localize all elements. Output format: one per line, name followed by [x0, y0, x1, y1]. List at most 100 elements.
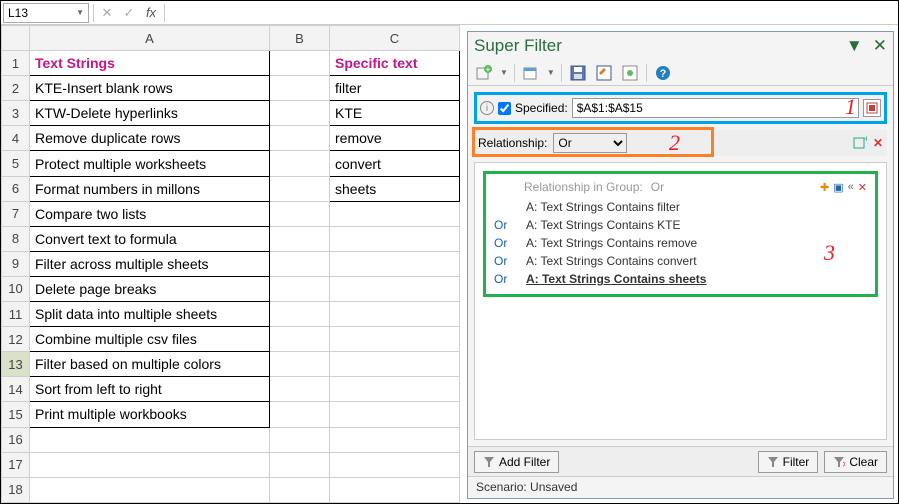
column-header-b[interactable]: B	[270, 26, 330, 51]
cell[interactable]	[330, 352, 460, 377]
cell[interactable]	[330, 251, 460, 276]
cancel-icon[interactable]: ✕	[98, 4, 116, 22]
cell[interactable]	[270, 327, 330, 352]
row-header[interactable]: 6	[2, 176, 30, 201]
row-header[interactable]: 18	[2, 477, 30, 502]
spreadsheet-grid[interactable]: A B C 1Text StringsSpecific text 2KTE-In…	[1, 25, 460, 503]
cell[interactable]	[330, 302, 460, 327]
cell[interactable]: Remove duplicate rows	[30, 126, 270, 151]
dropdown-icon[interactable]: ▼	[846, 36, 863, 56]
add-filter-button[interactable]: Add Filter	[474, 451, 559, 473]
row-header[interactable]: 14	[2, 377, 30, 402]
cell[interactable]: Combine multiple csv files	[30, 327, 270, 352]
cell[interactable]	[30, 452, 270, 477]
delete-icon[interactable]: ✕	[873, 136, 883, 150]
save-as-icon[interactable]	[594, 63, 614, 83]
row-header[interactable]: 4	[2, 126, 30, 151]
cell[interactable]	[270, 226, 330, 251]
row-header[interactable]: 2	[2, 76, 30, 101]
cell[interactable]	[30, 427, 270, 452]
add-group-icon[interactable]: +	[853, 136, 867, 150]
check-icon[interactable]: ✓	[120, 4, 138, 22]
filter-rule[interactable]: OrA: Text Strings Contains convert	[494, 252, 867, 270]
row-header[interactable]: 10	[2, 276, 30, 301]
cell[interactable]	[270, 151, 330, 176]
cell[interactable]: Print multiple workbooks	[30, 402, 270, 427]
help-icon[interactable]: ?	[653, 63, 673, 83]
cell[interactable]	[270, 452, 330, 477]
cell[interactable]	[270, 427, 330, 452]
cell[interactable]	[330, 276, 460, 301]
cell[interactable]: Filter based on multiple colors	[30, 352, 270, 377]
row-header[interactable]: 17	[2, 452, 30, 477]
cell[interactable]	[330, 452, 460, 477]
delete-group-icon[interactable]: ✕	[858, 181, 867, 194]
save-icon[interactable]	[568, 63, 588, 83]
row-header[interactable]: 13	[2, 352, 30, 377]
cell[interactable]	[330, 327, 460, 352]
row-header[interactable]: 15	[2, 402, 30, 427]
manage-icon[interactable]	[620, 63, 640, 83]
expand-icon[interactable]: ▣	[833, 181, 843, 194]
filter-rule[interactable]: OrA: Text Strings Contains KTE	[494, 216, 867, 234]
cell[interactable]	[330, 427, 460, 452]
column-header-c[interactable]: C	[330, 26, 460, 51]
cell[interactable]: convert	[330, 151, 460, 176]
cell[interactable]	[330, 226, 460, 251]
cell[interactable]: Sort from left to right	[30, 377, 270, 402]
cell[interactable]: Format numbers in millons	[30, 176, 270, 201]
cell[interactable]: Specific text	[330, 51, 460, 76]
cell[interactable]: filter	[330, 76, 460, 101]
row-header[interactable]: 8	[2, 226, 30, 251]
cell[interactable]	[270, 101, 330, 126]
cell[interactable]: Convert text to formula	[30, 226, 270, 251]
cell[interactable]: Compare two lists	[30, 201, 270, 226]
cell[interactable]	[270, 126, 330, 151]
name-box[interactable]: L13 ▼	[3, 3, 89, 23]
open-scenario-icon[interactable]	[521, 63, 541, 83]
cell[interactable]: KTE-Insert blank rows	[30, 76, 270, 101]
add-rule-icon[interactable]: ✚	[820, 181, 829, 194]
cell[interactable]: Protect multiple worksheets	[30, 151, 270, 176]
cell[interactable]	[330, 377, 460, 402]
row-header[interactable]: 7	[2, 201, 30, 226]
row-header[interactable]: 16	[2, 427, 30, 452]
row-header[interactable]: 11	[2, 302, 30, 327]
new-scenario-icon[interactable]: +	[474, 63, 494, 83]
cell[interactable]: Text Strings	[30, 51, 270, 76]
cell[interactable]: remove	[330, 126, 460, 151]
row-header[interactable]: 5	[2, 151, 30, 176]
info-icon[interactable]: i	[480, 101, 494, 115]
chevron-down-icon[interactable]: ▼	[547, 68, 555, 77]
cell[interactable]	[270, 276, 330, 301]
collapse-icon[interactable]: «	[848, 181, 854, 194]
cell[interactable]	[330, 201, 460, 226]
cell[interactable]	[270, 352, 330, 377]
cell[interactable]	[270, 402, 330, 427]
cell[interactable]: sheets	[330, 176, 460, 201]
fx-icon[interactable]: fx	[142, 4, 160, 22]
cell[interactable]: KTW-Delete hyperlinks	[30, 101, 270, 126]
row-header[interactable]: 9	[2, 251, 30, 276]
filter-rule[interactable]: OrA: Text Strings Contains sheets	[494, 270, 867, 288]
chevron-down-icon[interactable]: ▼	[76, 8, 84, 17]
filter-button[interactable]: Filter	[758, 451, 819, 473]
row-header[interactable]: 1	[2, 51, 30, 76]
cell[interactable]: Split data into multiple sheets	[30, 302, 270, 327]
specified-checkbox[interactable]	[498, 102, 511, 115]
cell[interactable]: Filter across multiple sheets	[30, 251, 270, 276]
cell[interactable]	[270, 477, 330, 502]
chevron-down-icon[interactable]: ▼	[500, 68, 508, 77]
row-header[interactable]: 12	[2, 327, 30, 352]
cell[interactable]	[330, 477, 460, 502]
cell[interactable]: KTE	[330, 101, 460, 126]
specified-range-input[interactable]: $A$1:$A$15	[572, 98, 859, 118]
cell[interactable]	[270, 201, 330, 226]
filter-rule[interactable]: OrA: Text Strings Contains remove	[494, 234, 867, 252]
cell[interactable]	[270, 176, 330, 201]
cell[interactable]	[270, 251, 330, 276]
cell[interactable]	[30, 477, 270, 502]
close-icon[interactable]: ✕	[873, 36, 887, 56]
filter-rule[interactable]: A: Text Strings Contains filter	[494, 198, 867, 216]
cell[interactable]	[270, 76, 330, 101]
